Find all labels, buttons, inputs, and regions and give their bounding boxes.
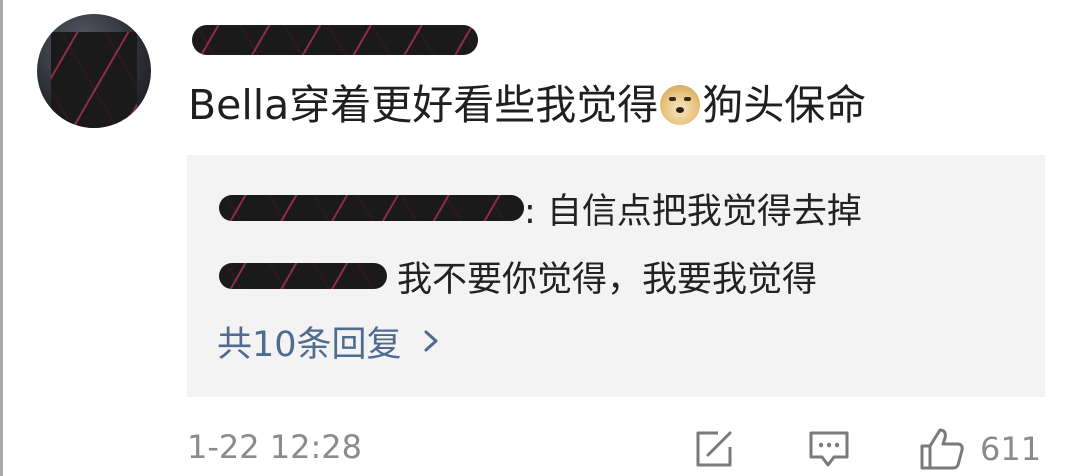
reply-text: 我不要你觉得，我要我觉得	[397, 259, 818, 300]
doge-emoji-icon	[660, 85, 701, 125]
reply-item[interactable]: 我不要你觉得，我要我觉得	[219, 253, 818, 300]
avatar-redaction	[51, 32, 137, 128]
view-all-replies-label: 共10条回复	[217, 324, 402, 365]
username-redacted[interactable]	[192, 25, 478, 55]
reply-username-redacted[interactable]	[219, 263, 387, 289]
timestamp: 1-22 12:28	[187, 428, 363, 466]
share-icon	[696, 431, 732, 467]
comment-button[interactable]	[806, 426, 852, 472]
window-edge	[0, 0, 3, 476]
reply-item[interactable]: : 自信点把我觉得去掉	[219, 185, 862, 232]
chevron-right-icon	[424, 330, 438, 352]
comment-text-after-emoji: 狗头保命	[702, 81, 867, 129]
view-all-replies-link[interactable]: 共10条回复	[217, 318, 446, 365]
like-count: 611	[980, 430, 1042, 468]
like-button[interactable]: 611	[918, 426, 1041, 472]
reply-text: : 自信点把我觉得去掉	[524, 191, 862, 232]
share-button[interactable]	[692, 426, 736, 472]
comment-text-before-emoji: Bella穿着更好看些我觉得	[188, 81, 659, 129]
thumbs-up-icon	[920, 428, 964, 470]
avatar[interactable]	[37, 14, 151, 128]
comment-icon	[809, 431, 849, 467]
comment-text: Bella穿着更好看些我觉得 狗头保命	[188, 80, 866, 130]
reply-box[interactable]: : 自信点把我觉得去掉 我不要你觉得，我要我觉得 共10条回复	[187, 155, 1045, 397]
reply-username-redacted[interactable]	[219, 195, 524, 221]
